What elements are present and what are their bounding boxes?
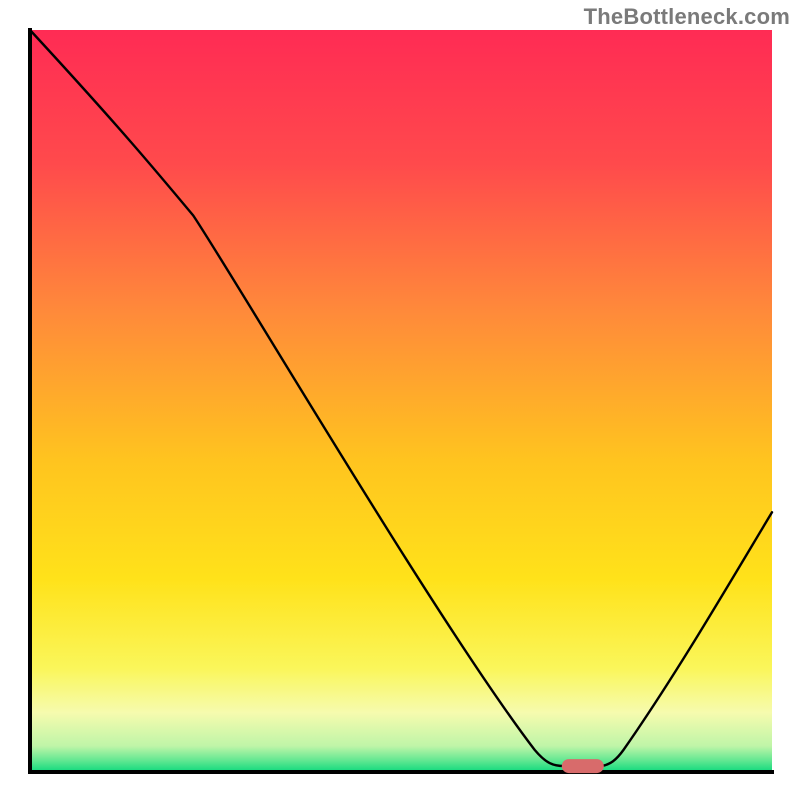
bottleneck-chart <box>0 0 800 800</box>
chart-gradient-background <box>30 30 772 772</box>
optimum-marker <box>562 759 604 773</box>
chart-stage: TheBottleneck.com <box>0 0 800 800</box>
